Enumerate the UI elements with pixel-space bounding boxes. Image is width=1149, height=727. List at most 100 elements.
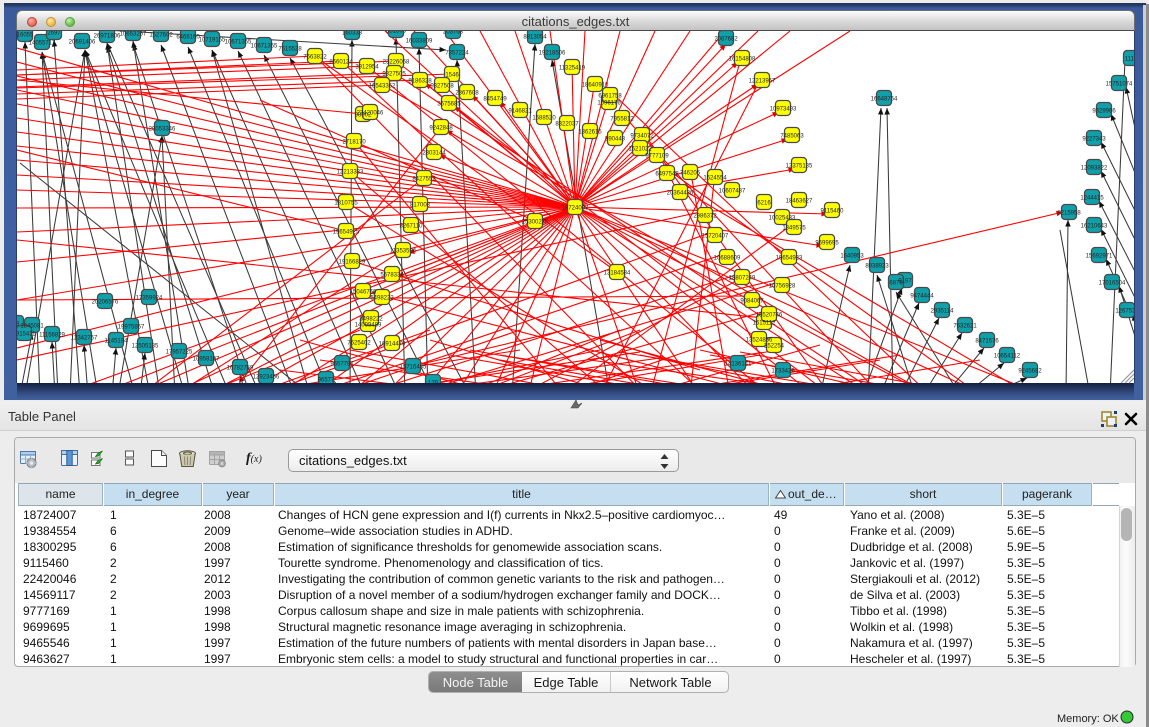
svg-text:18640910: 18640910 <box>582 83 609 89</box>
svg-text:16914479: 16914479 <box>379 342 406 348</box>
svg-text:8322037: 8322037 <box>555 122 579 128</box>
svg-text:12923466: 12923466 <box>253 375 280 381</box>
svg-text:7357224: 7357224 <box>445 51 469 57</box>
svg-text:13184584: 13184584 <box>604 271 631 277</box>
svg-text:9115460: 9115460 <box>821 209 845 215</box>
svg-text:7663822: 7663822 <box>303 55 327 61</box>
svg-text:5678334: 5678334 <box>380 273 404 279</box>
svg-text:16033809: 16033809 <box>406 39 433 45</box>
svg-text:817008: 817008 <box>410 203 431 209</box>
svg-text:1527602: 1527602 <box>149 33 173 39</box>
svg-text:10756928: 10756928 <box>769 284 796 290</box>
svg-text:6878: 6878 <box>889 281 903 287</box>
svg-text:12213967: 12213967 <box>749 79 776 85</box>
svg-text:6497548: 6497548 <box>655 172 679 178</box>
svg-text:26971806: 26971806 <box>94 34 121 40</box>
svg-text:16210643: 16210643 <box>1081 224 1108 230</box>
svg-text:1845081: 1845081 <box>20 324 44 330</box>
svg-text:8427552: 8427552 <box>412 177 436 183</box>
svg-text:2803144: 2803144 <box>422 151 446 157</box>
svg-text:6466160: 6466160 <box>176 35 200 41</box>
svg-text:1640953: 1640953 <box>840 254 864 260</box>
svg-text:3915411: 3915411 <box>17 332 36 338</box>
svg-text:19654925: 19654925 <box>333 230 360 236</box>
svg-text:10671355: 10671355 <box>251 44 278 50</box>
svg-text:2087682: 2087682 <box>714 37 738 43</box>
svg-text:3912954: 3912954 <box>355 65 379 71</box>
svg-text:12375135: 12375135 <box>786 164 813 170</box>
svg-text:9734072: 9734072 <box>630 134 654 140</box>
svg-text:6216: 6216 <box>757 201 771 207</box>
svg-text:16782759: 16782759 <box>227 366 254 372</box>
svg-text:2986372: 2986372 <box>693 214 717 220</box>
svg-text:1145194: 1145194 <box>105 339 129 345</box>
svg-text:9657791: 9657791 <box>330 362 354 368</box>
svg-text:16154808: 16154808 <box>729 57 756 63</box>
svg-text:10025433: 10025433 <box>769 216 796 222</box>
svg-text:7632621: 7632621 <box>953 324 977 330</box>
svg-text:17359924: 17359924 <box>136 296 163 302</box>
svg-text:11353594: 11353594 <box>390 249 417 255</box>
svg-text:10671355: 10671355 <box>225 40 252 46</box>
svg-text:881305: 881305 <box>386 31 407 35</box>
svg-text:746206: 746206 <box>680 171 701 177</box>
svg-text:9777109: 9777109 <box>645 154 669 160</box>
svg-text:20691406: 20691406 <box>69 40 96 46</box>
svg-text:20206576: 20206576 <box>92 300 119 306</box>
svg-text:1624554: 1624554 <box>703 176 727 182</box>
svg-text:16543362: 16543362 <box>369 84 396 90</box>
svg-text:15716485: 15716485 <box>400 365 427 371</box>
svg-text:1588520: 1588520 <box>532 116 556 122</box>
svg-text:23420046: 23420046 <box>357 111 384 117</box>
svg-text:9242848: 9242848 <box>429 126 453 132</box>
svg-text:10607487: 10607487 <box>719 189 746 195</box>
svg-text:19166829: 19166829 <box>339 260 366 266</box>
svg-text:160338: 160338 <box>342 31 363 37</box>
svg-text:9329966: 9329966 <box>1092 109 1116 115</box>
svg-text:990448: 990448 <box>605 137 626 143</box>
svg-text:8660124: 8660124 <box>329 60 353 66</box>
svg-text:203768: 203768 <box>443 31 464 36</box>
svg-text:7515528: 7515528 <box>278 47 302 53</box>
svg-text:7625402: 7625402 <box>347 341 371 347</box>
svg-text:9245682: 9245682 <box>1018 369 1042 375</box>
svg-text:15692971: 15692971 <box>1086 254 1113 260</box>
svg-text:5498222: 5498222 <box>370 296 394 302</box>
svg-text:1696176: 1696176 <box>597 101 621 107</box>
svg-text:2367608: 2367608 <box>455 91 479 97</box>
svg-text:14055717: 14055717 <box>29 41 56 47</box>
svg-text:12213383: 12213383 <box>337 170 364 176</box>
svg-text:20364436: 20364436 <box>667 191 694 197</box>
svg-text:11325419: 11325419 <box>559 66 586 72</box>
svg-text:1849575: 1849575 <box>782 226 806 232</box>
svg-text:10653267: 10653267 <box>120 32 147 38</box>
svg-text:9474444: 9474444 <box>910 294 934 300</box>
svg-text:252254: 252254 <box>764 344 785 350</box>
svg-text:1621022: 1621022 <box>628 147 652 153</box>
svg-text:1362615: 1362615 <box>578 130 602 136</box>
svg-text:8186328: 8186328 <box>408 79 432 85</box>
svg-text:8471676: 8471676 <box>975 339 999 345</box>
svg-text:12505135: 12505135 <box>132 344 159 350</box>
svg-text:12093822: 12093822 <box>1081 166 1108 172</box>
svg-text:17016504: 17016504 <box>1099 281 1126 287</box>
svg-text:9146821: 9146821 <box>508 109 532 115</box>
svg-text:15751074: 15751074 <box>1106 82 1133 88</box>
svg-text:16055: 16055 <box>17 33 34 39</box>
svg-text:9327505: 9327505 <box>382 72 406 78</box>
svg-text:5498222: 5498222 <box>359 317 383 323</box>
svg-text:17957225: 17957225 <box>166 350 193 356</box>
svg-text:8454749: 8454749 <box>483 97 507 103</box>
svg-text:1267533: 1267533 <box>1115 309 1134 315</box>
svg-text:10719155: 10719155 <box>199 38 226 44</box>
svg-text:1810755: 1810755 <box>334 201 358 207</box>
svg-text:1733426: 1733426 <box>771 369 795 375</box>
svg-text:9327508: 9327508 <box>430 84 454 90</box>
svg-text:12342757: 12342757 <box>71 336 98 342</box>
svg-text:15720407: 15720407 <box>702 234 729 240</box>
svg-text:3675685: 3675685 <box>437 102 461 108</box>
svg-text:18463627: 18463627 <box>786 199 813 205</box>
svg-text:8267110: 8267110 <box>400 224 424 230</box>
svg-text:23226058: 23226058 <box>383 60 410 66</box>
svg-text:2718170: 2718170 <box>342 140 366 146</box>
